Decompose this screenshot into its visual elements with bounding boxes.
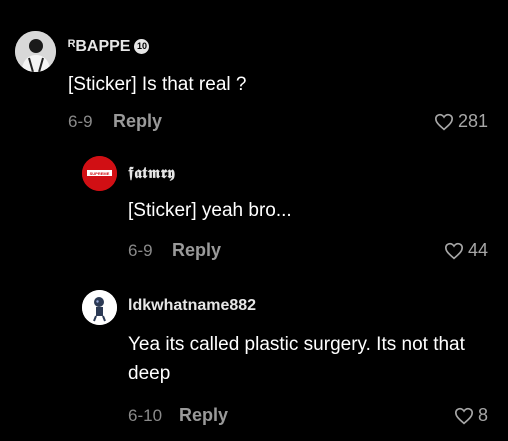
comment-date: 6-9 [68, 112, 93, 131]
comment-date: 6-10 [128, 406, 163, 425]
username[interactable]: ldkwhatname882 [128, 297, 256, 315]
comment-1: ᴿBAPPE 10 [Sticker] Is that real ? 6-9 Re… [0, 0, 508, 140]
comment-text: [Sticker] Is that real ? [68, 74, 247, 95]
robot-avatar-icon [82, 290, 117, 325]
comment-text: Yea its called plastic surgery. Its not … [128, 334, 465, 384]
like-count: 8 [477, 405, 488, 425]
heart-icon [444, 242, 463, 259]
avatar[interactable]: SUPREME [82, 156, 117, 191]
red-logo-avatar-icon: SUPREME [82, 156, 117, 191]
like-button[interactable]: 44 [444, 240, 488, 261]
like-count: 281 [457, 111, 488, 131]
level-badge: 10 [134, 39, 150, 54]
username[interactable]: ᴿBAPPE 10 [68, 38, 150, 56]
username[interactable]: 𝖋𝖆𝖙𝖒𝖗𝖞 [128, 163, 175, 183]
reply-button[interactable]: Reply [113, 111, 162, 132]
avatar-logo-text: SUPREME [90, 171, 110, 176]
avatar[interactable] [82, 290, 117, 325]
heart-icon [434, 113, 453, 130]
reply-button[interactable]: Reply [179, 405, 228, 426]
player-photo-avatar-icon [15, 31, 56, 72]
comment-3: ldkwhatname882 Yea its called plastic su… [0, 280, 508, 441]
comment-date: 6-9 [128, 241, 153, 260]
like-button[interactable]: 281 [434, 111, 488, 132]
heart-icon [454, 407, 473, 424]
reply-button[interactable]: Reply [172, 240, 221, 261]
like-button[interactable]: 8 [454, 405, 488, 426]
comment-2: SUPREME 𝖋𝖆𝖙𝖒𝖗𝖞 [Sticker] yeah bro... 6-9… [0, 140, 508, 280]
avatar[interactable] [15, 31, 56, 72]
comment-text: [Sticker] yeah bro... [128, 200, 292, 221]
like-count: 44 [467, 240, 488, 260]
